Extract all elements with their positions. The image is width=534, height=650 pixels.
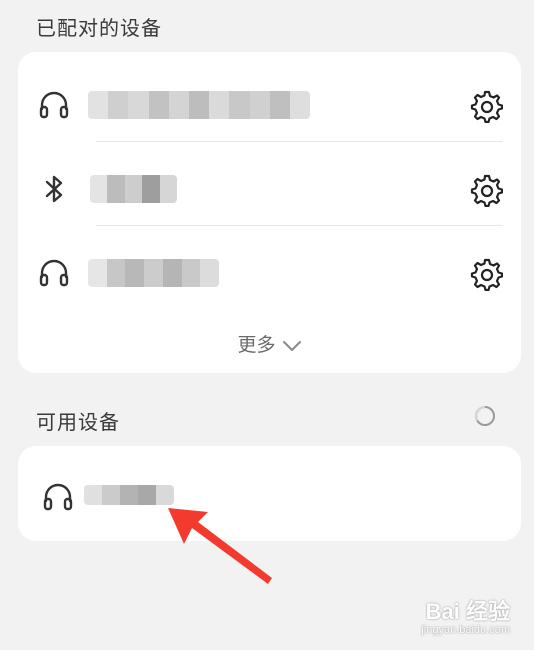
scanning-spinner-icon [475,405,495,426]
bluetooth-icon [45,175,63,203]
headphones-icon [39,259,69,287]
device-name-redacted [90,175,177,203]
paired-device-row[interactable] [18,58,521,142]
headphones-icon [43,483,73,511]
device-name-redacted [88,259,219,287]
settings-gear-icon[interactable] [469,257,503,291]
baidu-jingyan-watermark: Bai 经验 jingyan.baidu.com [421,598,510,636]
settings-gear-icon[interactable] [469,173,503,207]
available-devices-title: 可用设备 [36,410,120,434]
available-devices-card [18,446,521,541]
more-button[interactable]: 更多 [18,330,521,357]
more-button-label: 更多 [237,334,276,356]
headphones-icon [39,91,69,119]
device-name-redacted [88,91,310,119]
available-device-row[interactable] [18,450,521,534]
watermark-url: jingyan.baidu.com [421,623,510,636]
chevron-down-icon [282,340,301,351]
settings-gear-icon[interactable] [469,89,503,123]
paired-devices-card: 更多 [18,52,521,373]
paired-device-row[interactable] [18,226,521,310]
device-name-redacted [84,485,174,505]
watermark-logo: Bai 经验 [425,598,510,624]
paired-devices-title: 已配对的设备 [36,16,162,40]
paired-device-row[interactable] [18,142,521,226]
